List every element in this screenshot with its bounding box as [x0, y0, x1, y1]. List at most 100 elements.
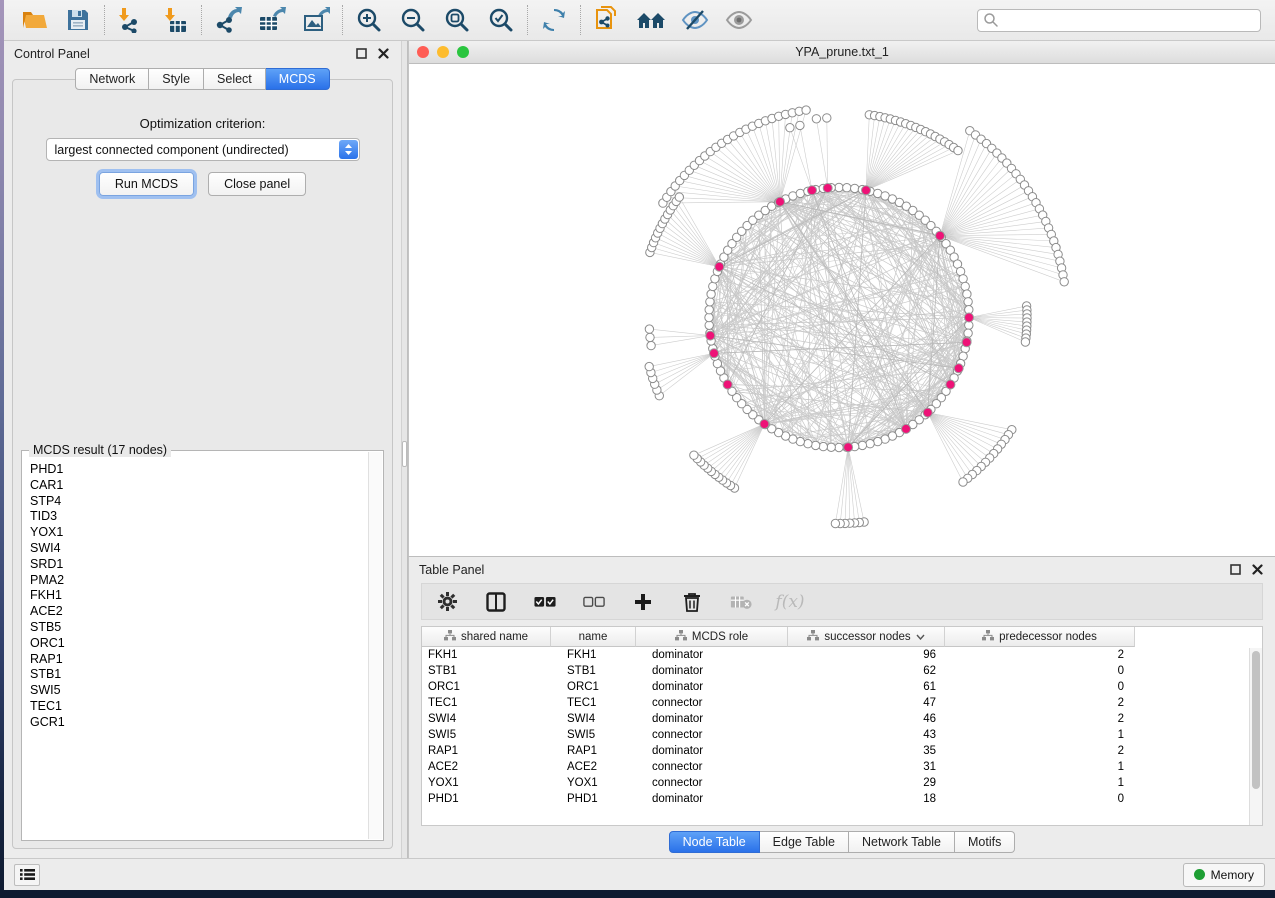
cell-mcds-role[interactable]: connector [636, 695, 788, 711]
table-row[interactable]: STB1STB1dominator620 [422, 663, 1262, 679]
cell-predecessor-nodes[interactable]: 1 [945, 727, 1135, 743]
table-scrollbar-thumb[interactable] [1252, 651, 1260, 789]
network-node[interactable] [827, 443, 835, 451]
cell-mcds-role[interactable]: dominator [636, 711, 788, 727]
cell-predecessor-nodes[interactable]: 2 [945, 711, 1135, 727]
tab-style[interactable]: Style [149, 68, 204, 90]
tab-edge-table[interactable]: Edge Table [760, 831, 849, 853]
export-network-icon[interactable] [206, 4, 250, 36]
show-all-icon[interactable] [717, 4, 761, 36]
cell-name[interactable]: SWI5 [551, 727, 636, 743]
network-node[interactable] [705, 313, 713, 321]
run-mcds-button[interactable]: Run MCDS [99, 172, 194, 196]
cell-mcds-role[interactable]: dominator [636, 663, 788, 679]
network-node[interactable] [647, 341, 655, 349]
panel-splitter[interactable] [401, 41, 408, 858]
table-row[interactable]: YOX1YOX1connector291 [422, 775, 1262, 791]
tab-mcds[interactable]: MCDS [266, 68, 330, 90]
mcds-result-item[interactable]: SWI4 [30, 541, 368, 557]
network-node[interactable] [835, 443, 843, 451]
network-node[interactable] [1021, 338, 1029, 346]
tab-motifs[interactable]: Motifs [955, 831, 1015, 853]
network-node[interactable] [675, 193, 683, 201]
cell-shared-name[interactable]: STB1 [422, 663, 551, 679]
mcds-hub-node[interactable] [760, 420, 769, 429]
network-node[interactable] [707, 290, 715, 298]
network-node[interactable] [843, 184, 851, 192]
network-node[interactable] [963, 290, 971, 298]
mcds-hub-node[interactable] [776, 197, 785, 206]
column-header-name[interactable]: name [551, 627, 636, 647]
mcds-result-item[interactable]: STP4 [30, 494, 368, 510]
network-node[interactable] [796, 121, 804, 129]
mcds-result-item[interactable]: YOX1 [30, 525, 368, 541]
cell-successor-nodes[interactable]: 43 [788, 727, 945, 743]
mcds-hub-node[interactable] [862, 186, 871, 195]
mcds-hub-node[interactable] [723, 380, 732, 389]
cell-predecessor-nodes[interactable]: 2 [945, 647, 1135, 663]
cell-successor-nodes[interactable]: 31 [788, 759, 945, 775]
cell-shared-name[interactable]: ACE2 [422, 759, 551, 775]
cell-shared-name[interactable]: YOX1 [422, 775, 551, 791]
network-node[interactable] [786, 124, 794, 132]
cell-predecessor-nodes[interactable]: 1 [945, 775, 1135, 791]
mcds-result-item[interactable]: SWI5 [30, 683, 368, 699]
mcds-hub-node[interactable] [965, 313, 974, 322]
mcds-result-item[interactable]: ACE2 [30, 604, 368, 620]
cell-name[interactable]: STB1 [551, 663, 636, 679]
network-node[interactable] [959, 478, 967, 486]
column-header-mcds-role[interactable]: MCDS role [636, 627, 788, 647]
cell-predecessor-nodes[interactable]: 1 [945, 759, 1135, 775]
cell-name[interactable]: FKH1 [551, 647, 636, 663]
mcds-hub-node[interactable] [946, 380, 955, 389]
cell-mcds-role[interactable]: connector [636, 727, 788, 743]
network-node[interactable] [646, 333, 654, 341]
cell-mcds-role[interactable]: dominator [636, 647, 788, 663]
mcds-result-item[interactable]: TEC1 [30, 699, 368, 715]
cell-name[interactable]: ORC1 [551, 679, 636, 695]
cell-shared-name[interactable]: SWI4 [422, 711, 551, 727]
tab-network[interactable]: Network [75, 68, 149, 90]
cell-name[interactable]: PHD1 [551, 791, 636, 807]
network-node[interactable] [959, 275, 967, 283]
mcds-hub-node[interactable] [936, 231, 945, 240]
network-node[interactable] [866, 440, 874, 448]
new-network-from-selection-icon[interactable] [585, 4, 629, 36]
network-canvas[interactable] [409, 64, 1275, 556]
cell-successor-nodes[interactable]: 35 [788, 743, 945, 759]
cell-predecessor-nodes[interactable]: 0 [945, 679, 1135, 695]
delete-column-icon[interactable] [681, 590, 703, 614]
cell-shared-name[interactable]: FKH1 [422, 647, 551, 663]
cell-successor-nodes[interactable]: 46 [788, 711, 945, 727]
minimize-window-icon[interactable] [437, 46, 449, 58]
table-row[interactable]: PHD1PHD1dominator180 [422, 791, 1262, 807]
zoom-fit-icon[interactable] [435, 4, 479, 36]
network-node[interactable] [812, 115, 820, 123]
cell-name[interactable]: YOX1 [551, 775, 636, 791]
memory-button[interactable]: Memory [1183, 863, 1265, 887]
network-node[interactable] [690, 451, 698, 459]
add-column-icon[interactable] [632, 590, 654, 614]
cell-successor-nodes[interactable]: 62 [788, 663, 945, 679]
hide-selected-icon[interactable] [673, 4, 717, 36]
cell-name[interactable]: SWI4 [551, 711, 636, 727]
table-row[interactable]: TEC1TEC1connector472 [422, 695, 1262, 711]
column-header-predecessor-nodes[interactable]: predecessor nodes [945, 627, 1135, 647]
network-node[interactable] [804, 440, 812, 448]
cell-mcds-role[interactable]: connector [636, 775, 788, 791]
cell-shared-name[interactable]: ORC1 [422, 679, 551, 695]
cell-successor-nodes[interactable]: 47 [788, 695, 945, 711]
cell-name[interactable]: RAP1 [551, 743, 636, 759]
cell-successor-nodes[interactable]: 18 [788, 791, 945, 807]
network-node[interactable] [1060, 278, 1068, 286]
mcds-hub-node[interactable] [962, 338, 971, 347]
mcds-result-item[interactable]: GCR1 [30, 715, 368, 731]
close-panel-icon[interactable] [375, 46, 391, 62]
table-row[interactable]: SWI4SWI4dominator462 [422, 711, 1262, 727]
mcds-result-scrollbar[interactable] [368, 452, 382, 839]
cell-predecessor-nodes[interactable]: 0 [945, 791, 1135, 807]
column-header-successor-nodes[interactable]: successor nodes [788, 627, 945, 647]
table-row[interactable]: ORC1ORC1dominator610 [422, 679, 1262, 695]
deselect-all-checkboxes-icon[interactable] [583, 590, 605, 614]
open-file-icon[interactable] [12, 4, 56, 36]
